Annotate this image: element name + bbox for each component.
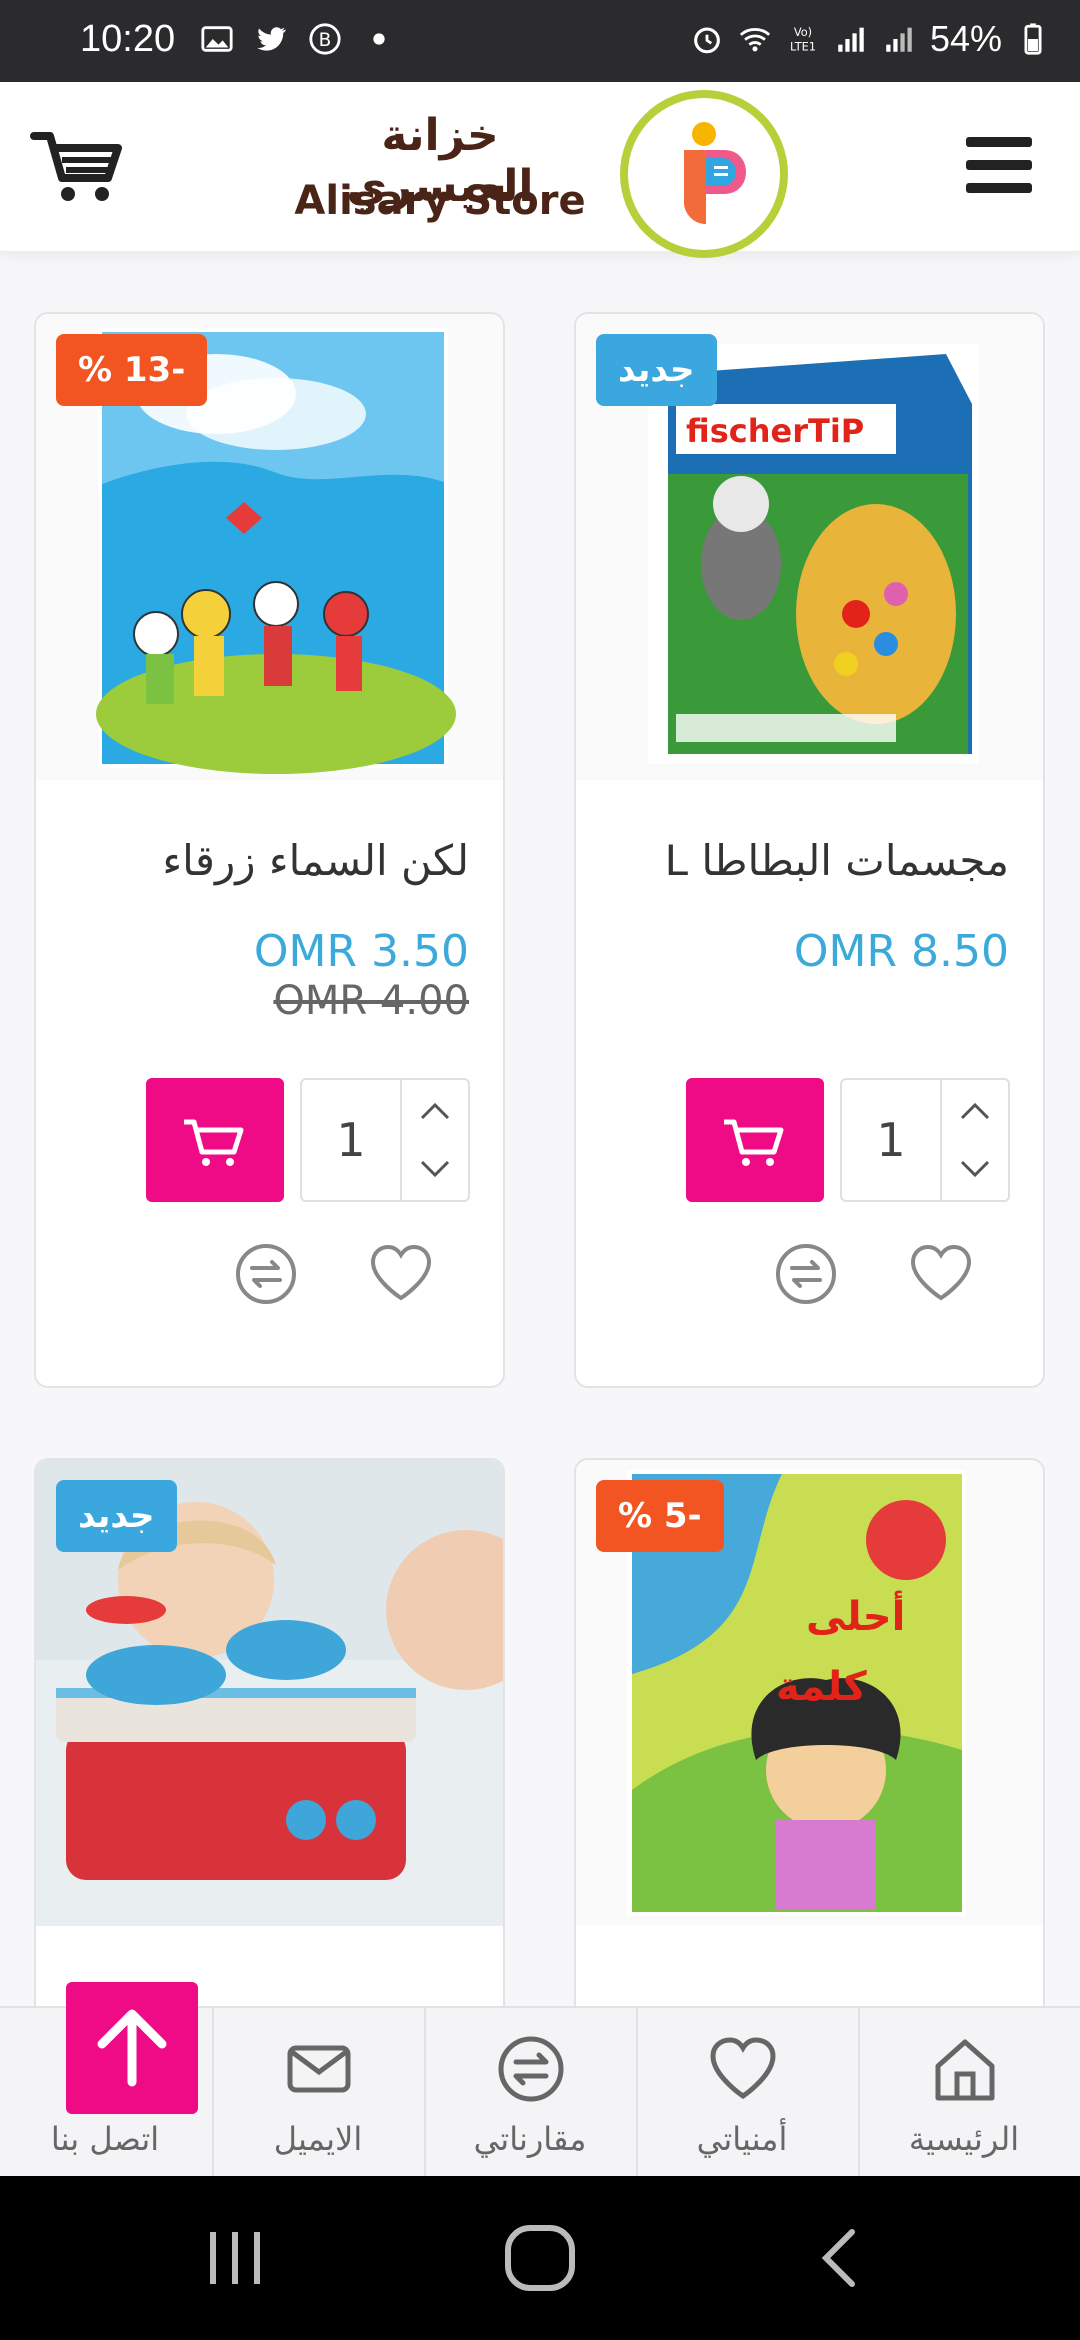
svg-text:fischerTiP: fischerTiP — [686, 412, 864, 450]
hamburger-icon — [966, 137, 1032, 193]
product-title[interactable]: لكن السماء زرقاء — [162, 836, 469, 885]
wishlist-button[interactable] — [908, 1242, 974, 1304]
volte-icon: Vo)LTE1 — [790, 25, 816, 53]
product-card[interactable]: جديد — [34, 1458, 505, 2018]
recent-apps-icon — [210, 2232, 260, 2284]
logo-icon — [684, 122, 746, 224]
nav-item-compare[interactable]: مقارناتي — [424, 2008, 634, 2178]
scroll-to-top-button[interactable] — [66, 1982, 198, 2114]
signal-icon — [838, 27, 864, 52]
wishlist-button[interactable] — [368, 1242, 434, 1304]
nav-item-home[interactable]: الرئيسية — [858, 2008, 1068, 2178]
discount-badge: % 5- — [596, 1480, 724, 1552]
status-icons-right: Vo) LTE1 54% — [690, 18, 1050, 60]
nav-label-compare: مقارناتي — [473, 2120, 587, 2158]
chevron-up-icon — [960, 1102, 990, 1120]
new-badge: جديد — [56, 1480, 177, 1552]
product-image[interactable]: fischerTiP جديد — [576, 314, 1043, 780]
svg-text:B: B — [319, 30, 332, 51]
nav-label-contact: اتصل بنا — [50, 2120, 160, 2158]
quantity-decrease[interactable] — [942, 1140, 1008, 1200]
dot-icon — [373, 33, 385, 45]
svg-text:Vo): Vo) — [794, 25, 812, 39]
quantity-stepper[interactable]: 1 — [300, 1078, 470, 1202]
battery-icon — [1024, 23, 1042, 55]
chevron-down-icon — [960, 1160, 990, 1178]
status-time: 10:20 — [80, 18, 176, 60]
battery-percent: 54% — [929, 18, 1002, 59]
recent-apps-button[interactable] — [200, 2226, 270, 2294]
system-navigation-bar — [0, 2176, 1080, 2340]
cart-plus-icon — [184, 1119, 244, 1166]
alarm-icon — [694, 27, 720, 54]
compare-button[interactable] — [234, 1242, 298, 1306]
arrow-up-icon — [97, 2009, 167, 2087]
home-system-button[interactable] — [500, 2220, 580, 2300]
heart-icon — [370, 1244, 432, 1301]
back-icon — [821, 2229, 855, 2287]
svg-text:أحلى: أحلى — [806, 1590, 905, 1640]
image-icon — [201, 26, 233, 52]
nav-label-email: الايميل — [273, 2120, 363, 2158]
quantity-value[interactable]: 1 — [842, 1080, 942, 1200]
status-bar: 10:20 B Vo) LTE1 54% — [0, 0, 1080, 82]
compare-button[interactable] — [774, 1242, 838, 1306]
back-button[interactable] — [814, 2226, 864, 2294]
b-icon: B — [309, 23, 341, 55]
menu-button[interactable] — [966, 137, 1032, 193]
new-badge: جديد — [596, 334, 717, 406]
quantity-stepper[interactable]: 1 — [840, 1078, 1010, 1202]
product-price: OMR 3.50 — [253, 926, 469, 977]
quantity-decrease[interactable] — [402, 1140, 468, 1200]
product-card[interactable]: % 13- لكن السماء زرقاء OMR 3.50 OMR 4.00… — [34, 312, 505, 1388]
quantity-increase[interactable] — [942, 1080, 1008, 1140]
cart-plus-icon — [724, 1119, 784, 1166]
compare-icon — [236, 1244, 296, 1304]
product-image[interactable]: % 13- — [36, 314, 503, 780]
header: خزانة العيسري Alisary Store — [0, 82, 1080, 258]
cart-icon — [30, 132, 122, 201]
add-to-cart-button[interactable] — [686, 1078, 824, 1202]
chevron-up-icon — [420, 1102, 450, 1120]
twitter-icon — [257, 27, 287, 51]
header-cart-button[interactable] — [30, 122, 130, 212]
product-card[interactable]: fischerTiP جديد مجسمات البطاطا L OMR 8.5… — [574, 312, 1045, 1388]
compare-icon — [498, 2036, 564, 2102]
heart-icon — [910, 1244, 972, 1301]
product-card[interactable]: أحلى كلمة % 5- — [574, 1458, 1045, 2018]
product-image[interactable]: جديد — [36, 1460, 503, 1926]
product-price: OMR 8.50 — [793, 926, 1009, 977]
quantity-increase[interactable] — [402, 1080, 468, 1140]
nav-item-email[interactable]: الايميل — [212, 2008, 422, 2178]
chevron-down-icon — [420, 1160, 450, 1178]
product-image[interactable]: أحلى كلمة % 5- — [576, 1460, 1043, 1926]
quantity-value[interactable]: 1 — [302, 1080, 402, 1200]
add-to-cart-button[interactable] — [146, 1078, 284, 1202]
nav-item-wishlist[interactable]: أمنياتي — [636, 2008, 846, 2178]
product-title[interactable]: مجسمات البطاطا L — [665, 836, 1009, 885]
brand-name-english: Alisary Store — [294, 178, 586, 224]
wifi-icon — [739, 28, 771, 52]
signal-icon — [886, 27, 912, 52]
discount-badge: % 13- — [56, 334, 208, 406]
home-icon — [935, 2039, 995, 2101]
status-icons-left: B — [200, 22, 396, 56]
email-icon — [287, 2045, 351, 2093]
heart-icon — [710, 2037, 776, 2100]
nav-label-home: الرئيسية — [908, 2120, 1020, 2158]
store-logo[interactable] — [620, 90, 788, 258]
svg-text:كلمة: كلمة — [776, 1664, 867, 1710]
home-circle-icon — [505, 2225, 575, 2291]
svg-text:LTE1: LTE1 — [790, 39, 816, 53]
compare-icon — [776, 1244, 836, 1304]
product-old-price: OMR 4.00 — [273, 978, 469, 1024]
nav-label-wishlist: أمنياتي — [696, 2120, 788, 2158]
